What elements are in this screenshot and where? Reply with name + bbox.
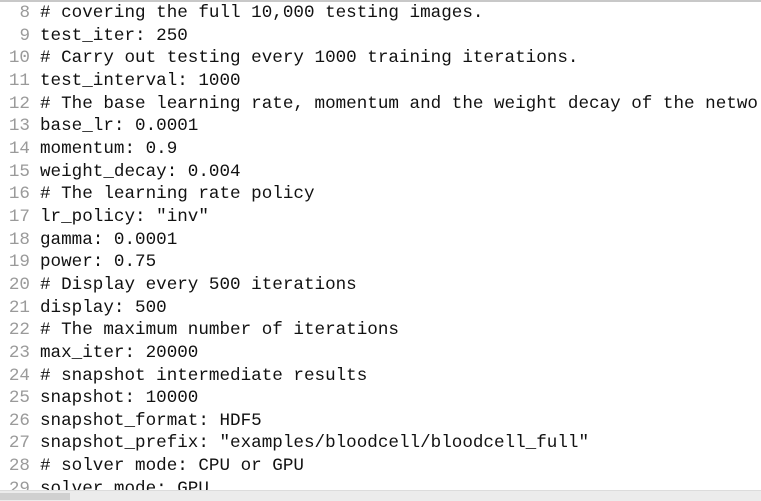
line-number: 17 [8, 206, 30, 227]
code-line[interactable]: 23 max_iter: 20000 [0, 342, 761, 365]
code-line[interactable]: 16 # The learning rate policy [0, 183, 761, 206]
code-line[interactable]: 8 # covering the full 10,000 testing imag… [0, 2, 761, 25]
line-text[interactable]: # The base learning rate, momentum and t… [40, 93, 758, 116]
code-line[interactable]: 11 test_interval: 1000 [0, 70, 761, 93]
code-line[interactable]: 9 test_iter: 250 [0, 25, 761, 48]
code-line[interactable]: 18 gamma: 0.0001 [0, 229, 761, 252]
line-text[interactable]: snapshot_format: HDF5 [40, 410, 262, 433]
line-number: 15 [8, 161, 30, 182]
line-text[interactable]: snapshot: 10000 [40, 387, 198, 410]
line-text[interactable]: # solver mode: CPU or GPU [40, 455, 304, 478]
code-line[interactable]: 22 # The maximum number of iterations [0, 319, 761, 342]
code-line[interactable]: 26 snapshot_format: HDF5 [0, 410, 761, 433]
code-line[interactable]: 14 momentum: 0.9 [0, 138, 761, 161]
code-line[interactable]: 25 snapshot: 10000 [0, 387, 761, 410]
code-line[interactable]: 21 display: 500 [0, 297, 761, 320]
line-number: 19 [8, 252, 30, 273]
line-number: 10 [8, 48, 30, 69]
line-text[interactable]: # The maximum number of iterations [40, 319, 399, 342]
line-text[interactable]: test_interval: 1000 [40, 70, 241, 93]
line-number: 12 [8, 93, 30, 114]
code-line[interactable]: 29 solver_mode: GPU [0, 478, 761, 490]
line-number: 9 [19, 25, 30, 46]
line-number: 21 [8, 297, 30, 318]
line-text[interactable]: # Display every 500 iterations [40, 274, 357, 297]
line-text[interactable]: # The learning rate policy [40, 183, 315, 206]
line-text[interactable]: solver_mode: GPU [40, 478, 209, 490]
line-number: 28 [8, 456, 30, 477]
horizontal-scrollbar[interactable] [0, 490, 761, 501]
line-number: 18 [8, 229, 30, 250]
code-line[interactable]: 13 base_lr: 0.0001 [0, 115, 761, 138]
code-line[interactable]: 27 snapshot_prefix: "examples/bloodcell/b… [0, 432, 761, 455]
scrollbar-thumb[interactable] [0, 493, 70, 500]
code-line[interactable]: 12 # The base learning rate, momentum and… [0, 93, 761, 116]
line-number: 16 [8, 184, 30, 205]
line-number: 27 [8, 433, 30, 454]
code-line[interactable]: 19 power: 0.75 [0, 251, 761, 274]
line-number: 22 [8, 320, 30, 341]
line-text[interactable]: weight_decay: 0.004 [40, 161, 241, 184]
code-editor[interactable]: 8 # covering the full 10,000 testing imag… [0, 2, 761, 490]
line-text[interactable]: gamma: 0.0001 [40, 229, 177, 252]
line-text[interactable]: # Carry out testing every 1000 training … [40, 47, 578, 70]
code-line[interactable]: 17 lr_policy: "inv" [0, 206, 761, 229]
line-number: 14 [8, 138, 30, 159]
code-line[interactable]: 15 weight_decay: 0.004 [0, 161, 761, 184]
code-line[interactable]: 10 # Carry out testing every 1000 trainin… [0, 47, 761, 70]
line-text[interactable]: display: 500 [40, 297, 167, 320]
line-number: 8 [19, 3, 30, 23]
line-number: 26 [8, 410, 30, 431]
line-text[interactable]: test_iter: 250 [40, 25, 188, 48]
line-text[interactable]: # snapshot intermediate results [40, 365, 367, 388]
line-number: 24 [8, 365, 30, 386]
line-number: 13 [8, 116, 30, 137]
line-text[interactable]: # covering the full 10,000 testing image… [40, 2, 483, 25]
line-text[interactable]: snapshot_prefix: "examples/bloodcell/blo… [40, 432, 589, 455]
line-number: 20 [8, 274, 30, 295]
line-text[interactable]: max_iter: 20000 [40, 342, 198, 365]
line-number: 29 [8, 478, 30, 490]
code-line[interactable]: 28 # solver mode: CPU or GPU [0, 455, 761, 478]
line-number: 25 [8, 388, 30, 409]
line-text[interactable]: base_lr: 0.0001 [40, 115, 198, 138]
line-number: 23 [8, 342, 30, 363]
line-text[interactable]: lr_policy: "inv" [40, 206, 209, 229]
code-line[interactable]: 24 # snapshot intermediate results [0, 365, 761, 388]
line-text[interactable]: momentum: 0.9 [40, 138, 177, 161]
line-text[interactable]: power: 0.75 [40, 251, 156, 274]
line-number: 11 [8, 70, 30, 91]
code-line[interactable]: 20 # Display every 500 iterations [0, 274, 761, 297]
